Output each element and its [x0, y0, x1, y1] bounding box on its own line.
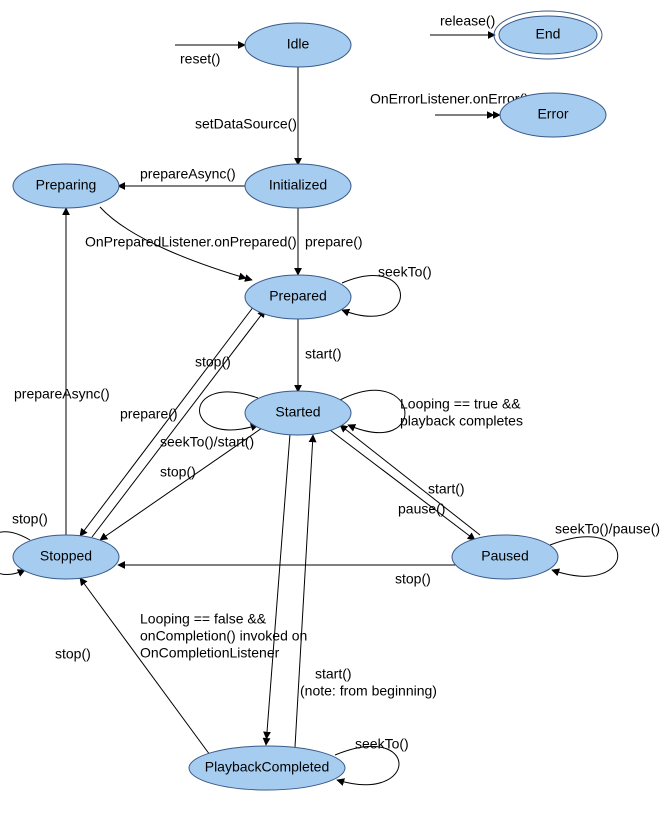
label-onerror: OnErrorListener.onError() [370, 91, 529, 107]
state-error-label: Error [537, 106, 568, 122]
state-error: Error [500, 93, 606, 137]
label-startfb1: start() [315, 666, 352, 682]
label-loopingfalse1: Looping == false && [140, 611, 267, 627]
state-idle: Idle [245, 23, 351, 67]
state-preparing: Preparing [13, 164, 119, 208]
label-seektopause: seekTo()/pause() [555, 521, 660, 537]
state-paused: Paused [452, 535, 558, 579]
label-loopingtrue2: playback completes [400, 413, 523, 429]
label-loopingtrue1: Looping == true && [400, 396, 521, 412]
label-pc-seekto: seekTo() [355, 736, 409, 752]
edge-paused-seektopause [550, 537, 618, 576]
state-end: End [494, 11, 602, 59]
edge-started-playbackcompleted [266, 434, 290, 745]
label-loopingfalse2: onCompletion() invoked on [140, 628, 307, 644]
state-stopped: Stopped [13, 535, 119, 579]
state-prepared-label: Prepared [269, 288, 327, 304]
state-paused-label: Paused [481, 548, 528, 564]
label-startfb2: (note: from beginning) [300, 683, 437, 699]
state-playbackcompleted-label: PlaybackCompleted [205, 759, 330, 775]
label-onprepared: OnPreparedListener.onPrepared() [85, 234, 297, 250]
label-loopingfalse3: OnCompletionListener [140, 645, 280, 661]
label-pause: pause() [398, 501, 445, 517]
label-stopped-selfstop: stop() [12, 511, 48, 527]
label-pc-stop: stop() [55, 646, 91, 662]
label-release: release() [440, 13, 495, 29]
label-started-stop: stop() [160, 464, 196, 480]
state-stopped-label: Stopped [40, 548, 92, 564]
edge-stopped-prepared [92, 310, 265, 537]
edge-playbackcompleted-stopped [80, 578, 210, 755]
state-started-label: Started [275, 404, 320, 420]
label-prepareasync: prepareAsync() [140, 166, 236, 182]
state-started: Started [245, 391, 351, 435]
state-preparing-label: Preparing [36, 177, 97, 193]
state-prepared: Prepared [245, 275, 351, 319]
state-end-label: End [536, 26, 561, 42]
label-prepare: prepare() [305, 234, 363, 250]
state-idle-label: Idle [287, 36, 310, 52]
label-paused-stop: stop() [395, 571, 431, 587]
label-stopped-prepare: prepare() [120, 406, 178, 422]
label-seektostart: seekTo()/start() [160, 434, 254, 450]
state-playbackcompleted: PlaybackCompleted [189, 746, 345, 790]
label-prepared-seekto: seekTo() [378, 264, 432, 280]
label-setdatasource: setDataSource() [195, 116, 297, 132]
label-reset: reset() [180, 51, 220, 67]
label-stopped-prepareasync: prepareAsync() [14, 386, 110, 402]
state-initialized-label: Initialized [269, 177, 327, 193]
edge-playbackcompleted-started [295, 435, 313, 747]
label-paused-start: start() [428, 481, 465, 497]
label-start: start() [305, 346, 342, 362]
state-initialized: Initialized [245, 164, 351, 208]
